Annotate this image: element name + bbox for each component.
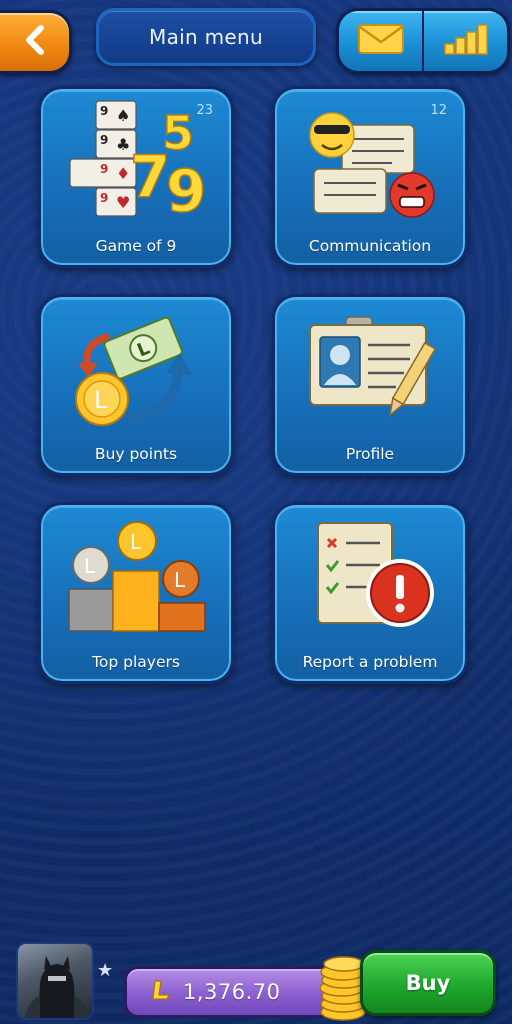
l-coin-icon [149, 978, 173, 1006]
report-alert-icon [300, 515, 440, 645]
svg-text:9: 9 [166, 157, 206, 225]
id-card-icon [300, 307, 440, 437]
svg-text:♥: ♥ [116, 193, 130, 212]
tile-game-of-9[interactable]: 23 9 ♠ 9 ♣ 9 ♥ 9 ♦ 5 7 9 Game of 9 [38, 86, 234, 268]
buy-button[interactable]: Buy [360, 950, 496, 1016]
svg-text:♣: ♣ [116, 135, 130, 154]
bottom-bar: ★ 1,376.70 Buy [0, 938, 512, 1024]
tile-label: Game of 9 [95, 237, 177, 255]
top-bar: Main menu [0, 0, 512, 80]
svg-text:L: L [84, 554, 96, 578]
main-menu-grid: 23 9 ♠ 9 ♣ 9 ♥ 9 ♦ 5 7 9 Game of 9 12 Co… [38, 86, 468, 684]
tile-communication[interactable]: 12 Communication [272, 86, 468, 268]
envelope-icon [357, 22, 405, 60]
leaderboard-button[interactable] [422, 11, 507, 71]
svg-text:7: 7 [130, 143, 170, 211]
balance-value: 1,376.70 [183, 980, 281, 1004]
back-button[interactable] [0, 10, 72, 74]
bar-chart-icon [443, 22, 489, 60]
money-exchange-icon: L L [66, 307, 206, 437]
tile-label: Profile [345, 445, 395, 463]
avatar[interactable] [16, 942, 94, 1020]
tile-label: Report a problem [302, 653, 438, 671]
tile-top-players[interactable]: L L L Top players [38, 502, 234, 684]
tile-buy-points[interactable]: L L Buy points [38, 294, 234, 476]
svg-text:L: L [130, 530, 142, 554]
chevron-left-icon [24, 25, 46, 59]
page-title-plate: Main menu [96, 8, 316, 66]
tile-label: Top players [92, 653, 180, 671]
tile-profile[interactable]: Profile [272, 294, 468, 476]
svg-text:L: L [174, 568, 186, 592]
tile-report-a-problem[interactable]: Report a problem [272, 502, 468, 684]
svg-text:L: L [94, 386, 108, 414]
svg-text:9: 9 [100, 191, 108, 205]
tile-label: Buy points [94, 445, 178, 463]
svg-text:♦: ♦ [116, 164, 130, 183]
tile-label: Communication [308, 237, 432, 255]
svg-text:♠: ♠ [116, 106, 130, 125]
podium-medals-icon: L L L [61, 515, 211, 645]
svg-text:9: 9 [100, 133, 108, 147]
top-icon-group [336, 8, 510, 74]
svg-text:9: 9 [100, 104, 108, 118]
page-title: Main menu [149, 25, 263, 49]
star-icon: ★ [97, 960, 114, 981]
chat-bubbles-icon [300, 99, 440, 229]
messages-button[interactable] [339, 11, 422, 71]
svg-text:9: 9 [100, 162, 108, 176]
balance-display: 1,376.70 [124, 966, 338, 1018]
buy-button-label: Buy [405, 971, 451, 995]
playing-cards-icon: 9 ♠ 9 ♣ 9 ♥ 9 ♦ 5 7 9 [66, 99, 207, 229]
